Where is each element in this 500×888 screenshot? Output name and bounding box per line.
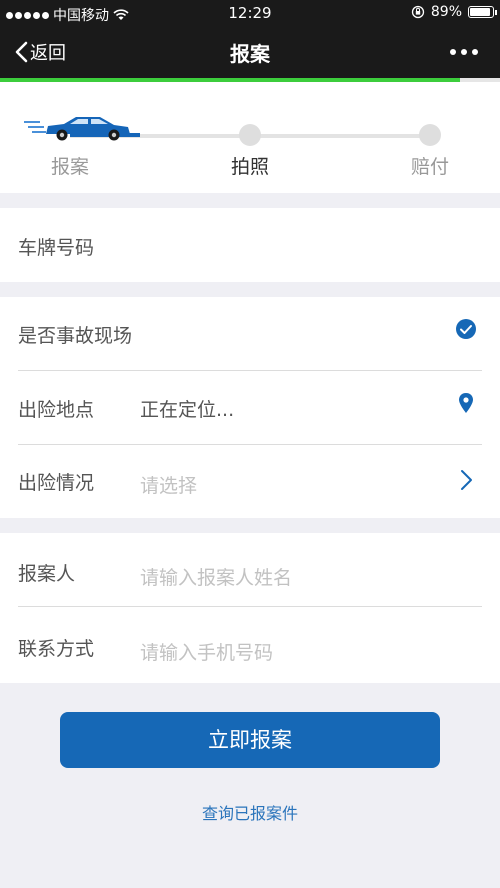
accident-section: 是否事故现场 出险地点 正在定位... 出险情况 请选择 [0,297,500,518]
at-scene-row[interactable]: 是否事故现场 [18,297,482,371]
page-title: 报案 [230,42,270,66]
situation-placeholder: 请选择 [140,475,198,497]
more-icon[interactable] [450,49,478,55]
location-label: 出险地点 [18,399,95,421]
query-reports-link[interactable]: 查询已报案件 [0,800,500,824]
step-label-1: 报案 [50,156,89,178]
plate-row[interactable]: 车牌号码 [18,208,482,282]
step-label-3: 赔付 [410,156,449,178]
plate-section: 车牌号码 [0,208,500,282]
nav-bar: 返回 报案 [0,26,500,78]
location-row[interactable]: 出险地点 正在定位... [18,371,482,445]
check-circle-icon[interactable] [454,317,478,341]
plate-label: 车牌号码 [18,237,95,259]
location-pin-icon[interactable] [454,391,478,415]
contact-label: 联系方式 [18,638,95,660]
reporter-label: 报案人 [18,563,76,585]
at-scene-label: 是否事故现场 [18,325,133,347]
submit-report-button[interactable]: 立即报案 [60,712,440,768]
battery-percent: 89% [430,4,462,20]
status-bar: 中国移动 12:29 89% [0,0,500,26]
reporter-section: 报案人 请输入报案人姓名 联系方式 请输入手机号码 [0,533,500,683]
status-right: 89% [411,4,497,20]
step-indicator: 报案 拍照 赔付 [0,82,500,193]
step-dot-3 [419,124,441,146]
step-label-2: 拍照 [230,156,269,178]
battery-icon [468,6,497,18]
location-value: 正在定位... [140,399,235,421]
step-dot-2 [239,124,261,146]
reporter-input[interactable]: 请输入报案人姓名 [140,563,292,590]
battery-fill [470,8,490,16]
lock-rotation-icon [411,5,425,19]
situation-label: 出险情况 [18,472,95,494]
situation-row[interactable]: 出险情况 请选择 [18,444,482,518]
contact-input[interactable]: 请输入手机号码 [140,638,273,665]
chevron-right-icon[interactable] [454,468,478,492]
car-icon [24,117,130,141]
reporter-row[interactable]: 报案人 请输入报案人姓名 [18,533,482,607]
contact-row[interactable]: 联系方式 请输入手机号码 [18,607,482,681]
